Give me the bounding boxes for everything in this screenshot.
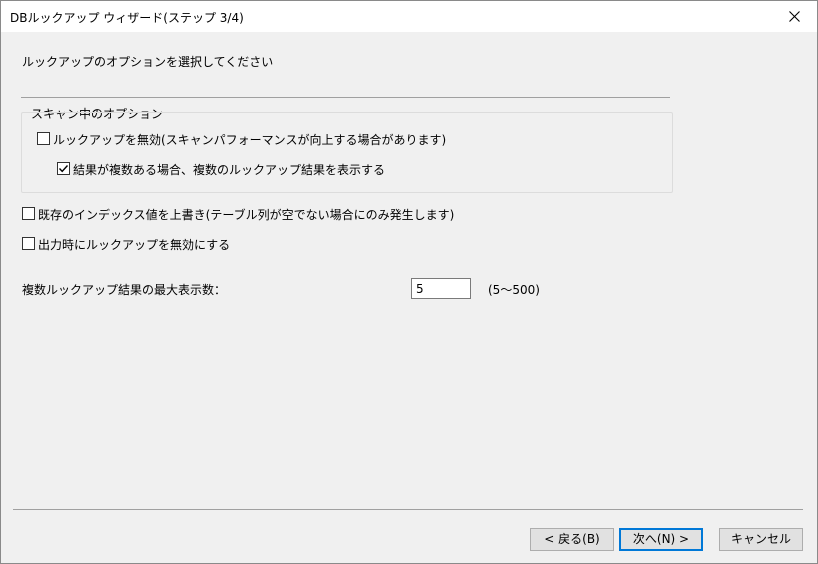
instruction-text: ルックアップのオプションを選択してください: [22, 55, 274, 69]
max-results-value: 5: [416, 282, 424, 296]
scan-options-group: [21, 112, 673, 193]
disable-on-output-label[interactable]: 出力時にルックアップを無効にする: [38, 236, 230, 253]
next-button[interactable]: 次へ(N) >: [619, 528, 703, 551]
back-button[interactable]: < 戻る(B): [530, 528, 614, 551]
top-divider: [21, 97, 670, 98]
cancel-button[interactable]: キャンセル: [719, 528, 803, 551]
max-results-input[interactable]: 5: [411, 278, 471, 299]
disable-lookup-checkbox[interactable]: [37, 132, 50, 145]
wizard-window: DBルックアップ ウィザード(ステップ 3/4) ルックアップのオプションを選択…: [0, 0, 818, 564]
show-multiple-results-checkbox[interactable]: [57, 162, 70, 175]
overwrite-index-label[interactable]: 既存のインデックス値を上書き(テーブル列が空でない場合にのみ発生します): [38, 206, 454, 223]
window-title: DBルックアップ ウィザード(ステップ 3/4): [10, 11, 244, 25]
max-results-range: (5～500): [488, 283, 540, 297]
disable-lookup-label[interactable]: ルックアップを無効(スキャンパフォーマンスが向上する場合があります): [53, 131, 446, 148]
checkmark-icon: [58, 165, 69, 173]
show-multiple-results-label[interactable]: 結果が複数ある場合、複数のルックアップ結果を表示する: [73, 161, 385, 178]
disable-on-output-checkbox[interactable]: [22, 237, 35, 250]
close-button[interactable]: [773, 1, 817, 32]
overwrite-index-checkbox[interactable]: [22, 207, 35, 220]
max-results-label: 複数ルックアップ結果の最大表示数：: [22, 283, 227, 297]
bottom-divider: [13, 509, 803, 510]
close-icon: [789, 11, 800, 22]
title-bar: DBルックアップ ウィザード(ステップ 3/4): [1, 1, 817, 32]
